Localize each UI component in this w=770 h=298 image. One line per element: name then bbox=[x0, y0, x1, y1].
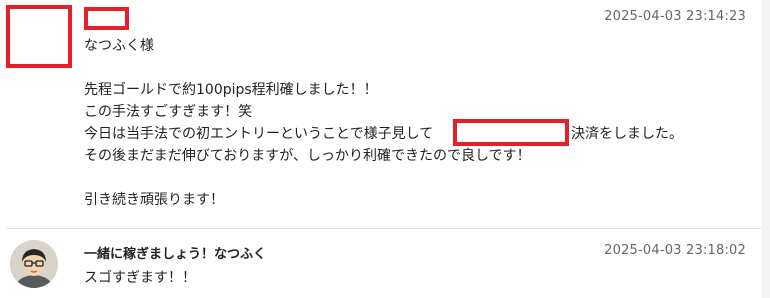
comment-divider bbox=[6, 228, 764, 229]
redacted-text bbox=[453, 119, 569, 146]
comment-line-5: 引き続き頑張ります！ bbox=[84, 192, 224, 208]
comment-line-2: この手法すごすぎます！笑 bbox=[84, 104, 253, 120]
avatar bbox=[10, 240, 58, 288]
redacted-username bbox=[84, 7, 129, 30]
comment-line-3a: 今日は当手法での初エントリーということで様子見して bbox=[84, 126, 434, 142]
comment-author[interactable]: 一緒に稼ぎましょう！なつふく bbox=[84, 243, 266, 262]
comment-line-3b: 決済をしました。 bbox=[571, 126, 683, 142]
comment-line-1: スゴすぎます！！ bbox=[84, 270, 196, 286]
comment-greeting: なつふく様 bbox=[84, 38, 154, 54]
comment-timestamp: 2025-04-03 23:18:02 bbox=[604, 243, 746, 258]
redacted-avatar bbox=[6, 5, 72, 68]
avatar-illustration-icon bbox=[10, 240, 58, 288]
comment-timestamp: 2025-04-03 23:14:23 bbox=[604, 9, 746, 24]
scrollbar[interactable] bbox=[762, 0, 770, 298]
comment-line-1: 先程ゴールドで約100pips程利確しました！！ bbox=[84, 82, 378, 98]
comment-line-4: その後まだまだ伸びておりますが、しっかり利確できたので良しです！ bbox=[84, 148, 531, 164]
